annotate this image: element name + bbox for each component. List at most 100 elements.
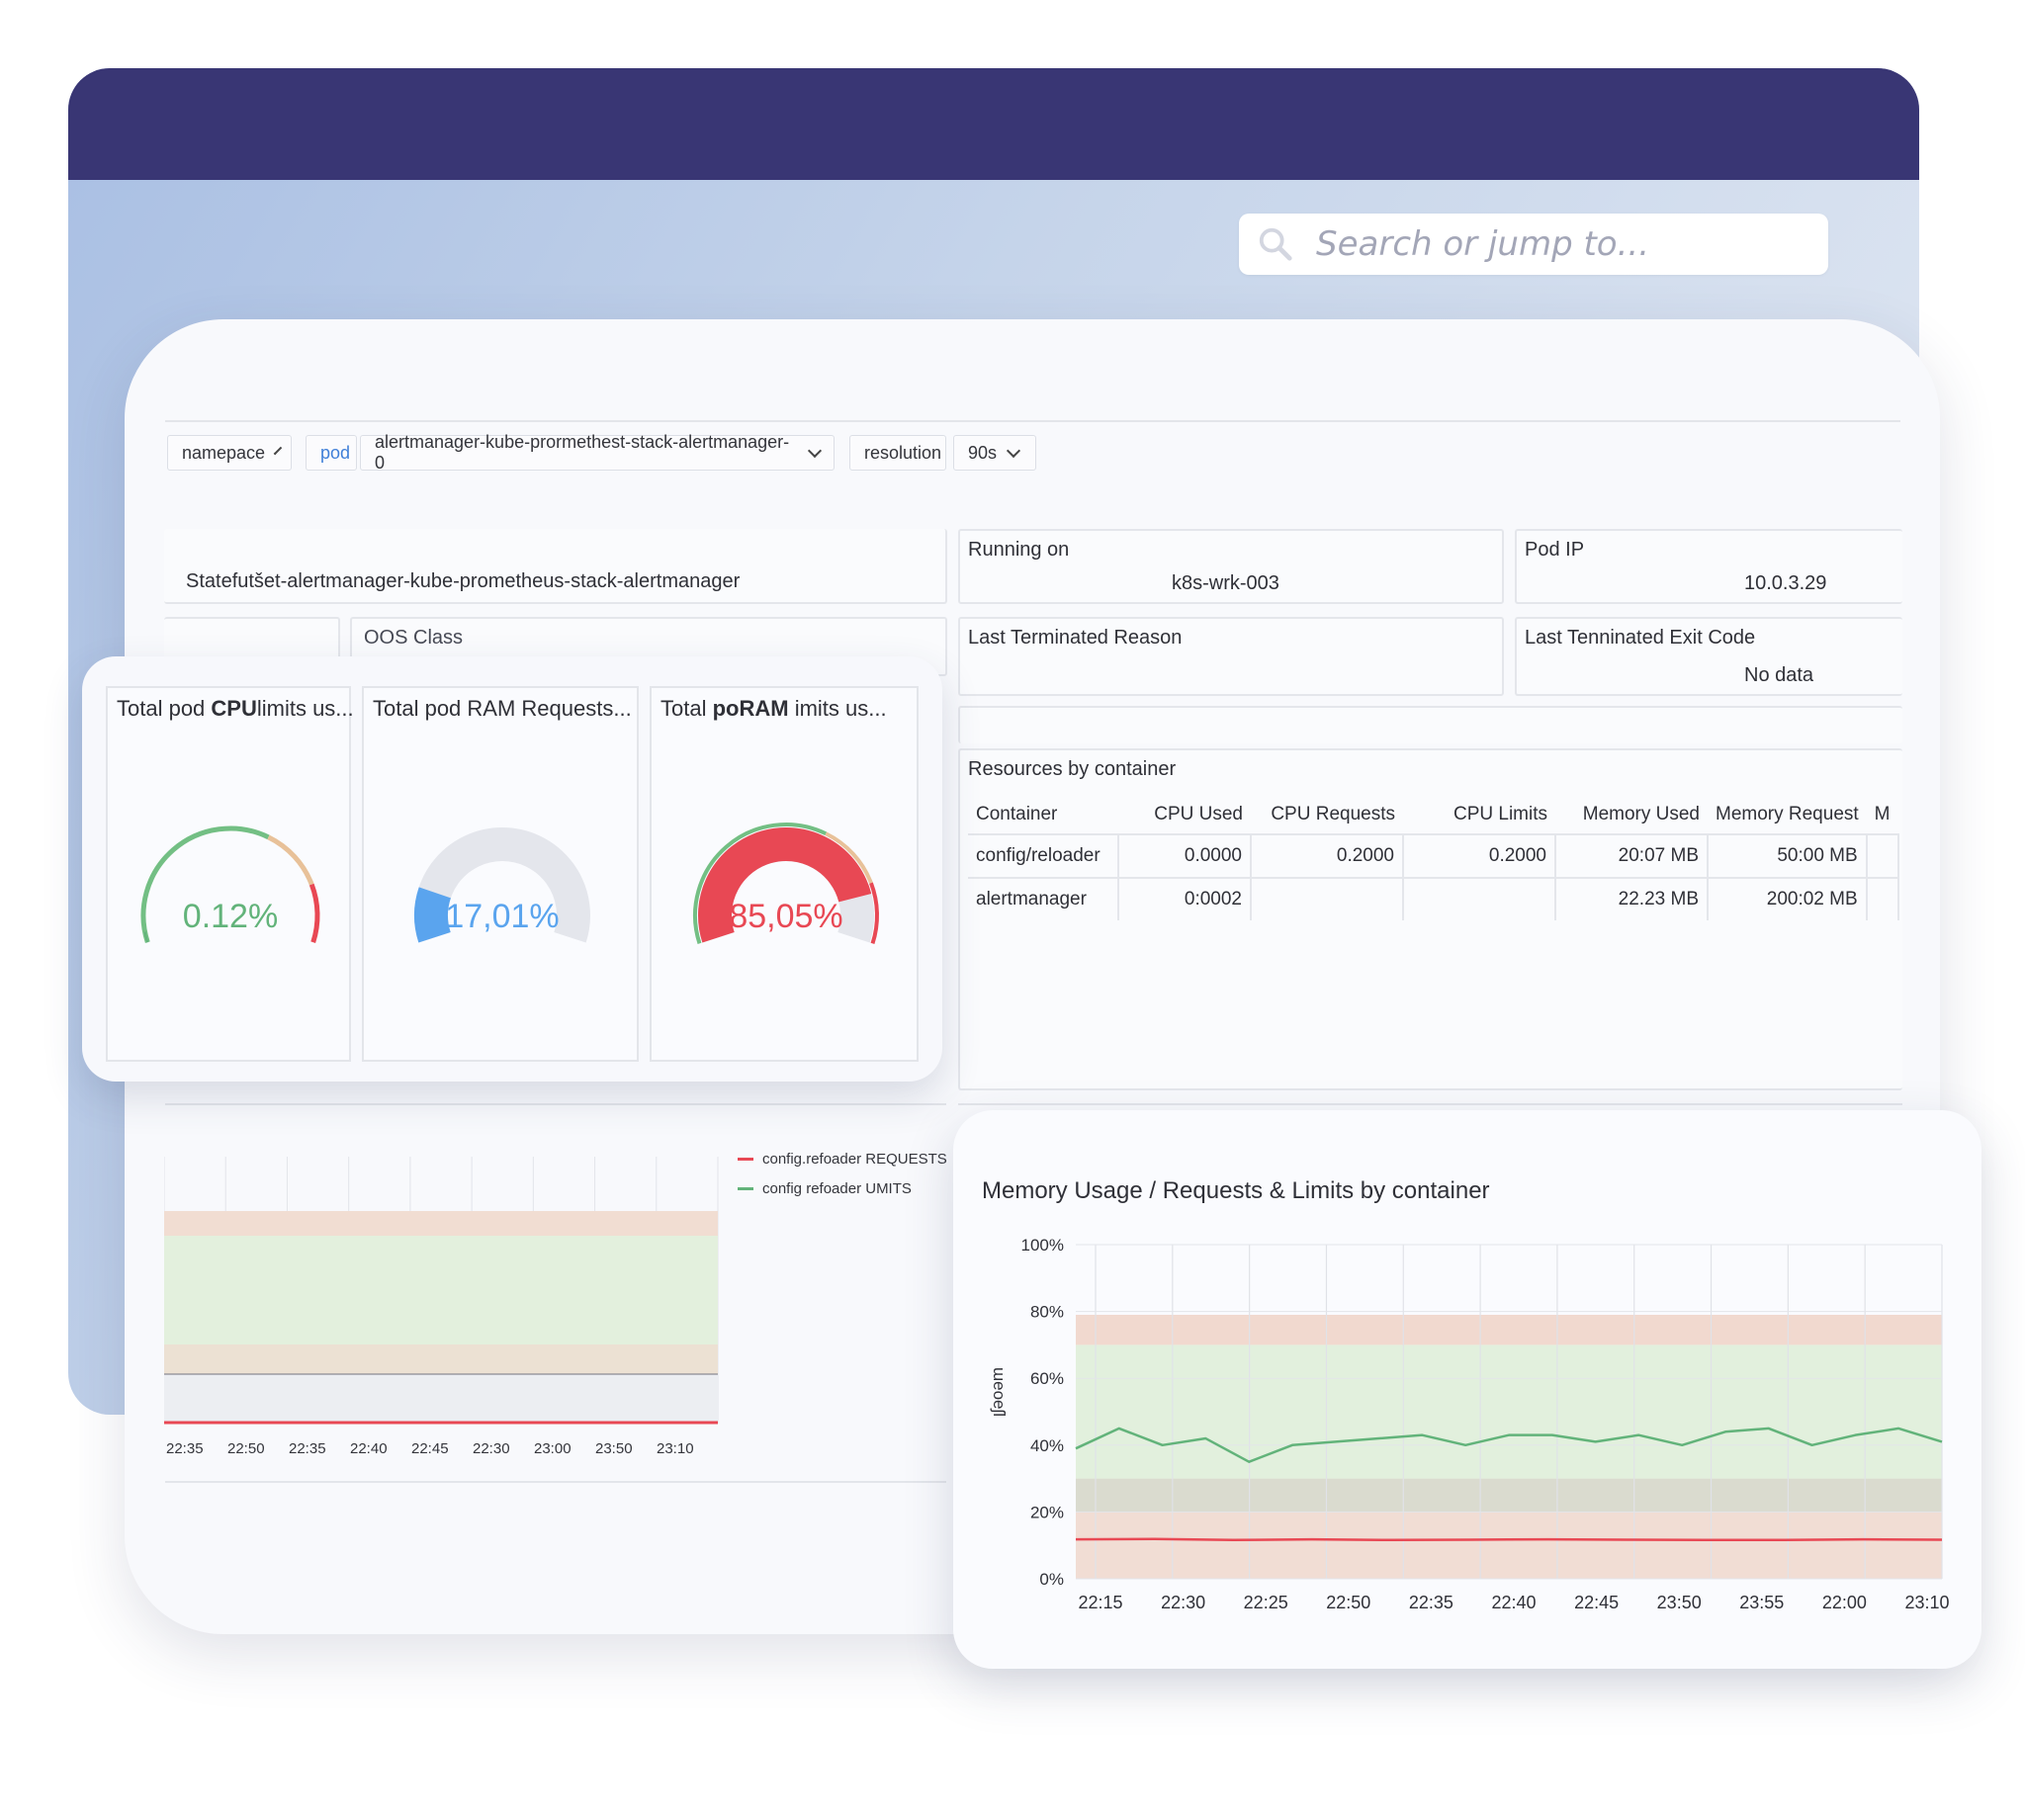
x-tick-label: 23:55 xyxy=(1739,1593,1784,1612)
x-tick-label: 22:35 xyxy=(166,1440,204,1457)
gauge-title-text: imits us... xyxy=(788,696,887,721)
resolution-label-text: resolution xyxy=(864,442,942,463)
top-navigation-bar xyxy=(68,68,1919,180)
controller-value: Statefutšet-alertmanager-kube-prometheus… xyxy=(186,570,741,592)
running-on-title: Running on xyxy=(968,539,1070,561)
last-exit-code-panel: Last Tenninated Exit Code No data xyxy=(1515,617,1902,696)
legend-label: config.refoader REQUESTS xyxy=(762,1151,947,1168)
column-header[interactable]: CPU Requests xyxy=(1251,796,1403,834)
gauge-title-text: Total pod RAM Requests... xyxy=(373,696,632,721)
memory-chart-title: Memory Usage / Requests & Limits by cont… xyxy=(982,1177,1490,1204)
resources-title: Resources by container xyxy=(968,758,1177,780)
x-tick-label: 23:50 xyxy=(1657,1593,1702,1612)
cpu-limits-gauge: 0.12% xyxy=(140,825,320,943)
table-cell xyxy=(1251,877,1404,920)
search-icon xyxy=(1259,227,1292,261)
resources-table: Container CPU Used CPU Requests CPU Limi… xyxy=(968,796,1899,920)
legend-item[interactable]: config.refoader REQUESTS xyxy=(738,1151,947,1168)
ram-limits-gauge: 85,05% xyxy=(693,823,879,945)
gauge-threshold-crit xyxy=(308,883,320,943)
table-cell: 0.2000 xyxy=(1251,833,1404,878)
memory-usage-chart: 100% 80% 60% 40% 20% 0% 22:15 22:30 22:25 22:50 22… xyxy=(990,1236,1950,1612)
x-tick-label: 22:15 xyxy=(1078,1593,1122,1612)
chevron-down-icon xyxy=(807,443,823,458)
ram-requests-gauge-panel: Total pod RAM Requests... 17,01% xyxy=(362,686,639,1062)
gauge-title: Total pod RAM Requests... xyxy=(373,696,632,722)
search-box[interactable] xyxy=(1239,214,1828,275)
table-cell: 20:07 MB xyxy=(1555,833,1709,878)
column-header[interactable]: M xyxy=(1867,796,1898,834)
cpu-usage-chart: 22:35 22:50 22:35 22:40 22:45 22:30 23:00 23:50… xyxy=(164,1157,719,1457)
table-header-row: Container CPU Used CPU Requests CPU Limi… xyxy=(968,796,1898,834)
threshold-band xyxy=(1076,1314,1942,1345)
x-tick-label: 22:50 xyxy=(1326,1593,1370,1612)
column-header[interactable]: Memory Request xyxy=(1708,796,1867,834)
x-tick-label: 23:10 xyxy=(1904,1593,1949,1612)
series-line-1 xyxy=(1075,1537,1943,1542)
pod-ip-value: 10.0.3.29 xyxy=(1744,572,1827,594)
table-cell: 0.2000 xyxy=(1403,833,1556,878)
gauge-title-text: Total pod xyxy=(117,696,212,721)
pod-variable-label: pod xyxy=(306,435,357,471)
last-terminated-reason-title: Last Terminated Reason xyxy=(968,627,1183,649)
resolution-variable-label: resolution xyxy=(849,435,946,471)
table-cell: config/reloader xyxy=(968,833,1119,878)
x-tick-label: 22:00 xyxy=(1822,1593,1867,1612)
table-cell xyxy=(1403,877,1556,920)
legend-swatch xyxy=(738,1158,753,1161)
x-tick-label: 22:40 xyxy=(1491,1593,1536,1612)
gauge-title-bold: poRAM xyxy=(712,696,789,721)
x-tick-label: 22:25 xyxy=(1244,1593,1288,1612)
resolution-variable-select[interactable]: 90s xyxy=(953,435,1036,471)
column-header[interactable]: CPU Limits xyxy=(1403,796,1555,834)
pod-variable-select[interactable]: alertmanager-kube-prormethest-stack-aler… xyxy=(360,432,835,473)
x-tick-label: 22:40 xyxy=(350,1440,388,1457)
gauge-value-arc xyxy=(414,887,452,943)
y-axis-label: ɯeoeʃl xyxy=(990,1367,1009,1417)
last-terminated-reason-panel: Last Terminated Reason xyxy=(958,617,1504,696)
controller-stat-panel: Statefutšet-alertmanager-kube-prometheus… xyxy=(164,529,947,604)
namespace-variable-select[interactable]: namepace xyxy=(167,435,292,471)
ram-limits-gauge-panel: Total poRAM imits us... 85,05% xyxy=(650,686,919,1062)
x-tick-label: 22:35 xyxy=(289,1440,326,1457)
search-input[interactable] xyxy=(1314,223,1793,265)
pod-ip-stat-panel: Pod IP 10.0.3.29 xyxy=(1515,529,1902,604)
gauge-title-text: Total xyxy=(660,696,713,721)
x-tick-label: 23:50 xyxy=(595,1440,633,1457)
legend-item[interactable]: config refoader UMITS xyxy=(738,1180,912,1197)
pod-variable-value: alertmanager-kube-prormethest-stack-aler… xyxy=(375,432,790,473)
y-tick-label: 60% xyxy=(1030,1369,1064,1388)
column-header[interactable]: Memory Used xyxy=(1555,796,1708,834)
column-header[interactable]: Container xyxy=(968,796,1118,834)
gauge-value-text: 0.12% xyxy=(183,898,278,935)
y-tick-label: 0% xyxy=(1039,1570,1064,1589)
gauge-threshold-warn xyxy=(267,834,314,886)
gauge-title: Total pod CPUlimits us... xyxy=(117,696,354,722)
pod-ip-title: Pod IP xyxy=(1525,539,1585,561)
table-cell xyxy=(1866,833,1899,878)
gauge-value-text: 85,05% xyxy=(729,898,842,935)
threshold-band xyxy=(164,1344,718,1374)
table-cell: 200:02 MB xyxy=(1708,877,1868,920)
cpu-limits-gauge-panel: Total pod CPUlimits us... 0.12% xyxy=(106,686,354,1062)
table-cell: 50:00 MB xyxy=(1708,833,1868,878)
table-cell: alertmanager xyxy=(968,877,1119,920)
x-tick-label: 22:30 xyxy=(473,1440,510,1457)
table-cell: 22.23 MB xyxy=(1555,877,1709,920)
y-tick-label: 80% xyxy=(1030,1303,1064,1322)
ram-requests-gauge: 17,01% xyxy=(414,827,590,943)
namespace-variable-label: namepace xyxy=(182,442,266,463)
y-tick-label: 20% xyxy=(1030,1503,1064,1521)
table-row: config/reloader 0.0000 0.2000 0.2000 20:… xyxy=(968,833,1899,878)
chevron-down-icon xyxy=(1006,443,1021,458)
gauge-title-text: limits us... xyxy=(256,696,354,721)
column-header[interactable]: CPU Used xyxy=(1118,796,1251,834)
legend-label: config refoader UMITS xyxy=(762,1180,912,1197)
table-cell: 0.0000 xyxy=(1118,833,1252,878)
last-exit-code-title: Last Tenninated Exit Code xyxy=(1525,627,1756,649)
memory-usage-card: Memory Usage / Requests & Limits by cont… xyxy=(953,1110,1981,1669)
threshold-band xyxy=(1076,1344,1942,1479)
gauges-card: Total pod CPUlimits us... 0.12% Total po… xyxy=(82,656,942,1082)
x-tick-label: 22:50 xyxy=(227,1440,265,1457)
running-on-value: k8s-wrk-003 xyxy=(1172,572,1279,594)
